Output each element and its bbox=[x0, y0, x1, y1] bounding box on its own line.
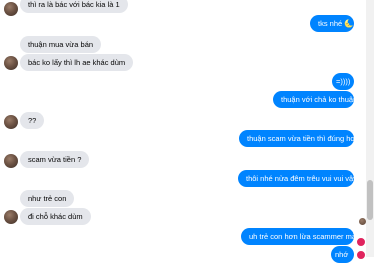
avatar[interactable] bbox=[4, 210, 18, 224]
outgoing-message[interactable]: uh trẻ con hơn lừa scammer mà bbox=[241, 228, 356, 245]
outgoing-message[interactable]: thuận scam vừa tiền thì đúng hơn bbox=[239, 130, 360, 147]
incoming-message[interactable]: thì ra là bác với bác kia là 1 bbox=[20, 0, 128, 13]
avatar[interactable] bbox=[4, 154, 18, 168]
seen-avatar-icon bbox=[359, 218, 366, 225]
avatar[interactable] bbox=[4, 2, 18, 16]
incoming-message[interactable]: thuận mua vừa bán bbox=[20, 36, 102, 53]
outgoing-message[interactable]: thuận với chả ko thuận bbox=[273, 91, 357, 108]
outgoing-message[interactable]: nhớ bbox=[331, 246, 354, 263]
incoming-message[interactable]: như trẻ con bbox=[20, 190, 75, 207]
moon-emoji-icon: 🌜 bbox=[344, 19, 354, 28]
message-text: tks nhé bbox=[318, 19, 343, 28]
incoming-message[interactable]: ?? bbox=[20, 112, 45, 129]
avatar[interactable] bbox=[4, 56, 18, 70]
incoming-message[interactable]: scam vừa tiền ? bbox=[20, 151, 90, 168]
chat-thread: thì ra là bác với bác kia là 1 tks nhé 🌜… bbox=[0, 0, 366, 263]
incoming-message[interactable]: bác ko lấy thì lh ae khác dùm bbox=[20, 54, 134, 71]
outgoing-message[interactable]: thôi nhé nửa đêm trêu vui vui vậy bbox=[238, 170, 357, 187]
reaction-icon[interactable] bbox=[356, 237, 366, 247]
scrollbar[interactable] bbox=[366, 0, 374, 257]
outgoing-message[interactable]: tks nhé 🌜 bbox=[310, 15, 354, 32]
reaction-icon[interactable] bbox=[356, 250, 366, 260]
avatar[interactable] bbox=[4, 115, 18, 129]
incoming-message[interactable]: đi chỗ khác dùm bbox=[20, 208, 91, 225]
scrollbar-thumb[interactable] bbox=[367, 180, 373, 220]
outgoing-message[interactable]: =)))) bbox=[332, 73, 354, 90]
